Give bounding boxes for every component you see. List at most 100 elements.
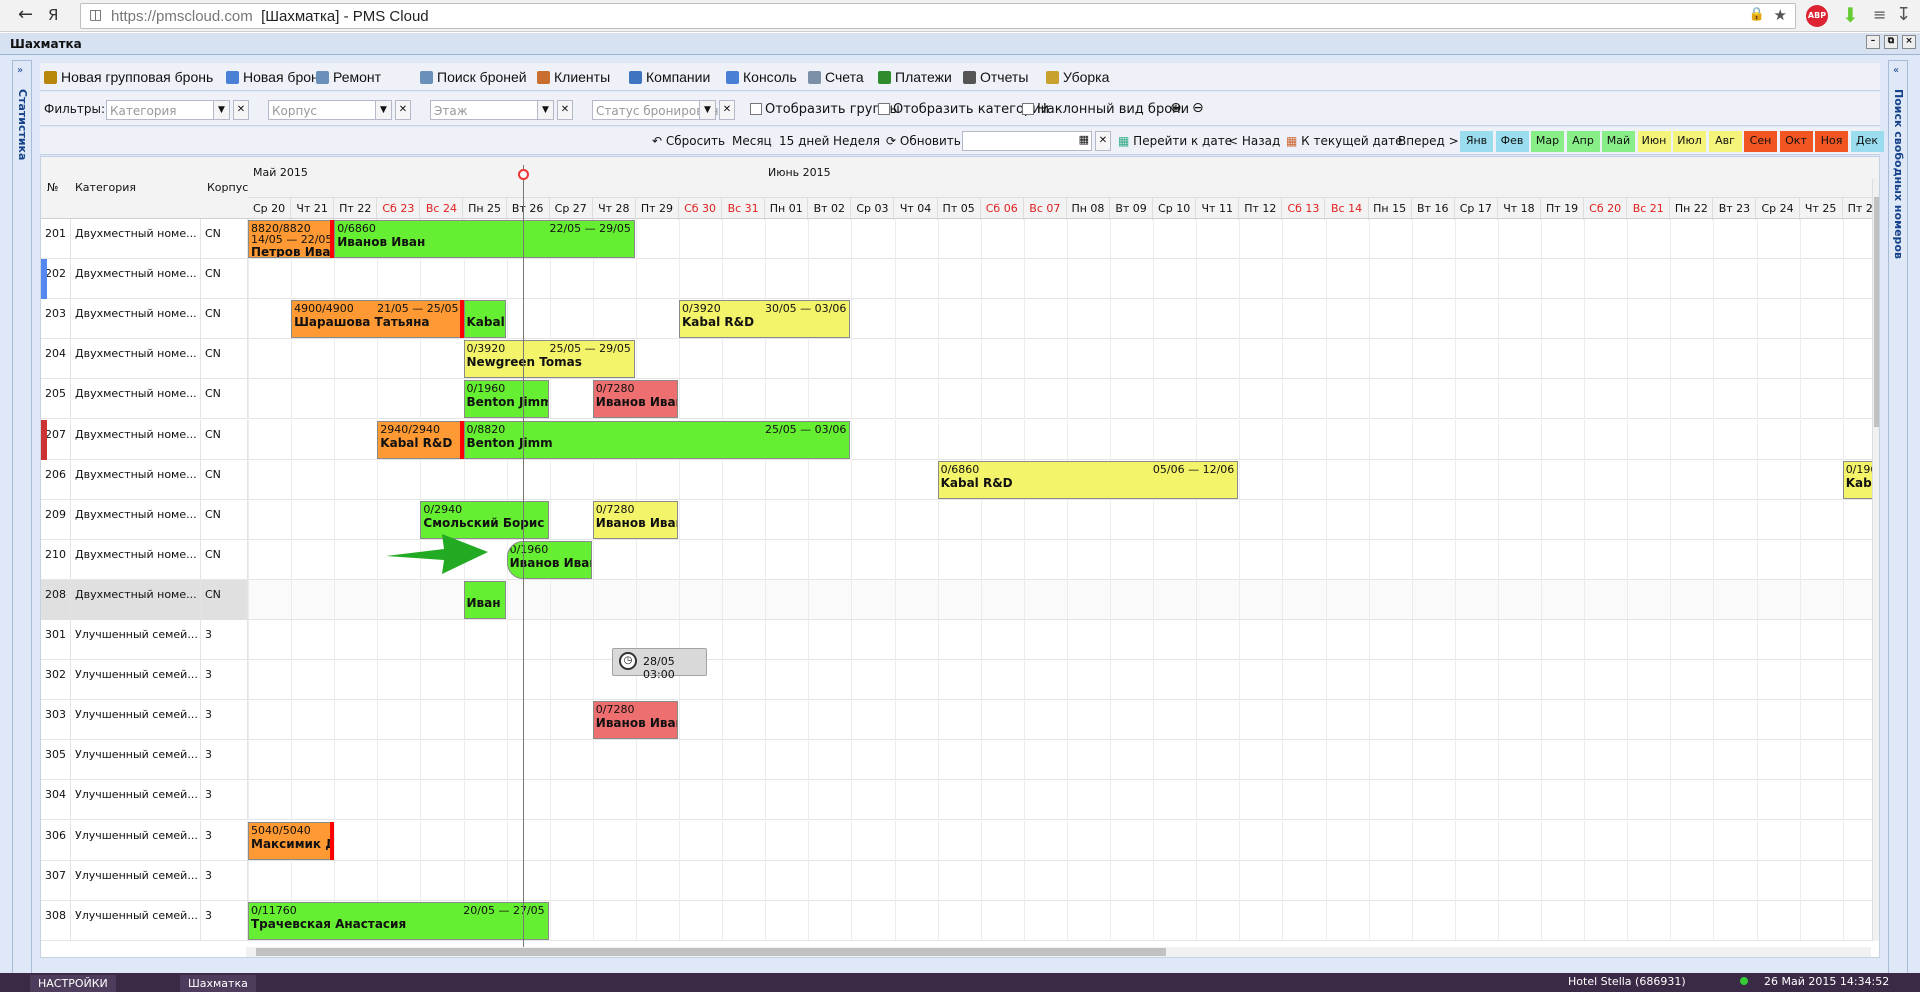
vertical-scrollbar[interactable] bbox=[1872, 179, 1879, 941]
menu-icon[interactable]: ≡ bbox=[1873, 5, 1886, 24]
room-row[interactable]: 202 Двухместный номе... CN bbox=[41, 259, 1879, 300]
booking-block[interactable]: 2940/2940 Kabal R&D bbox=[377, 420, 463, 459]
horizontal-scrollbar[interactable] bbox=[246, 947, 1871, 957]
room-row[interactable]: 209 Двухместный номе... CN bbox=[41, 499, 1879, 540]
month-button[interactable]: Авг bbox=[1708, 131, 1742, 152]
booking-block[interactable]: 4900/4900 21/05 — 25/05 Шарашова Татьяна bbox=[291, 300, 463, 339]
col-building-header[interactable]: Корпус bbox=[207, 181, 248, 194]
month-button[interactable]: Янв bbox=[1460, 131, 1493, 152]
menu-item[interactable]: Консоль bbox=[726, 69, 797, 85]
chevron-down-icon[interactable]: ▼ bbox=[537, 101, 553, 119]
15days-button[interactable]: 15 дней bbox=[779, 134, 829, 148]
clear-building-icon[interactable]: ✕ bbox=[395, 100, 411, 120]
date-input[interactable]: ▦ bbox=[962, 131, 1092, 151]
room-row[interactable]: 210 Двухместный номе... CN bbox=[41, 539, 1879, 580]
booking-block[interactable]: 0/7280 Иванов Иван bbox=[592, 500, 678, 539]
chevron-down-icon[interactable]: ▼ bbox=[699, 101, 715, 119]
clear-floor-icon[interactable]: ✕ bbox=[557, 100, 573, 120]
room-row[interactable]: 303 Улучшенный семей... 3 bbox=[41, 700, 1879, 741]
menu-item[interactable]: Платежи bbox=[878, 69, 952, 85]
booking-block[interactable]: 0/3920 30/05 — 03/06 Kabal R&D bbox=[679, 300, 851, 339]
col-num-header[interactable]: № bbox=[47, 181, 58, 194]
booking-block[interactable]: Kabal bbox=[463, 300, 506, 339]
star-icon[interactable]: ★ bbox=[1774, 6, 1787, 24]
room-row[interactable]: 208 Двухместный номе... CN bbox=[41, 579, 1879, 620]
month-button[interactable]: Мар bbox=[1531, 131, 1564, 152]
address-bar[interactable]: ◫ https://pmscloud.com [Шахматка] - PMS … bbox=[80, 3, 1796, 29]
today-button[interactable]: ▦ К текущей дате bbox=[1286, 134, 1403, 148]
menu-item[interactable]: Уборка bbox=[1046, 69, 1109, 85]
booking-block[interactable]: 5040/5040 Максимик Д bbox=[248, 821, 334, 860]
clear-date-icon[interactable]: ✕ bbox=[1095, 131, 1111, 151]
col-category-header[interactable]: Категория bbox=[75, 181, 136, 194]
chevron-down-icon[interactable]: ▼ bbox=[375, 101, 391, 119]
free-rooms-panel-tab[interactable]: « Поиск свободных номеров bbox=[1888, 60, 1908, 980]
booking-block[interactable]: 0/11760 20/05 — 27/05 Трачевская Анастасия bbox=[248, 901, 549, 940]
month-button[interactable]: Фев bbox=[1495, 131, 1529, 152]
month-button[interactable]: Апр bbox=[1566, 131, 1600, 152]
booking-block[interactable]: 8820/8820 Петров Ива 14/05 — 22/05 bbox=[248, 220, 334, 258]
menu-item[interactable]: Отчеты bbox=[963, 69, 1028, 85]
booking-block[interactable]: 0/6860 05/06 — 12/06 Kabal R&D bbox=[937, 460, 1239, 499]
calendar-icon[interactable]: ▦ bbox=[1079, 133, 1089, 146]
horizontal-scroll-thumb[interactable] bbox=[256, 948, 1166, 956]
room-row[interactable]: 204 Двухместный номе... CN bbox=[41, 339, 1879, 380]
month-button[interactable]: Июл bbox=[1673, 131, 1706, 152]
adblock-icon[interactable]: ABP bbox=[1806, 5, 1828, 27]
booking-block[interactable]: Иван bbox=[463, 580, 506, 619]
month-button[interactable]: Июн bbox=[1637, 131, 1671, 152]
menu-item[interactable]: Новая групповая бронь bbox=[44, 69, 213, 85]
room-row[interactable]: 305 Улучшенный семей... 3 bbox=[41, 740, 1879, 781]
menu-item[interactable]: Ремонт bbox=[316, 69, 381, 85]
back-arrow-icon[interactable]: ← bbox=[18, 4, 33, 25]
month-button[interactable]: Сен bbox=[1744, 131, 1777, 152]
room-row[interactable]: 205 Двухместный номе... CN bbox=[41, 379, 1879, 420]
vertical-scroll-thumb[interactable] bbox=[1874, 197, 1879, 427]
yandex-logo[interactable]: Я bbox=[48, 6, 58, 24]
menu-item[interactable]: Счета bbox=[808, 69, 864, 85]
month-button[interactable]: Окт bbox=[1779, 131, 1813, 152]
booking-block[interactable]: 0/7280 Иванов Иван bbox=[592, 380, 678, 419]
menu-item[interactable]: Клиенты bbox=[537, 69, 610, 85]
room-row[interactable]: 207 Двухместный номе... CN bbox=[41, 419, 1879, 460]
settings-task[interactable]: НАСТРОЙКИ bbox=[30, 975, 116, 992]
room-row[interactable]: 304 Улучшенный семей... 3 bbox=[41, 780, 1879, 821]
chevron-down-icon[interactable]: ▼ bbox=[213, 101, 229, 119]
downloads-icon[interactable]: ↧ bbox=[1896, 4, 1911, 25]
week-button[interactable]: Неделя bbox=[833, 134, 880, 148]
booking-block[interactable]: 0/6860 22/05 — 29/05 Иванов Иван bbox=[334, 220, 635, 258]
month-button[interactable]: Месяц bbox=[732, 134, 772, 148]
booking-block[interactable]: 0/1960 Benton Jimm bbox=[463, 380, 549, 419]
booking-block[interactable]: 0/7280 Иванов Иван bbox=[592, 701, 678, 740]
status-filter[interactable]: Статус бронирован ▼ bbox=[592, 100, 718, 120]
booking-block[interactable]: 0/1960 Иванов Иван bbox=[506, 540, 592, 579]
forward-button[interactable]: Вперед > bbox=[1398, 134, 1459, 148]
clear-status-icon[interactable]: ✕ bbox=[719, 100, 735, 120]
inclined-view-checkbox[interactable]: Наклонный вид брони bbox=[1022, 102, 1189, 117]
room-row[interactable]: 301 Улучшенный семей... 3 bbox=[41, 620, 1879, 660]
goto-date-button[interactable]: ▦ Перейти к дате bbox=[1118, 134, 1232, 148]
floor-filter[interactable]: Этаж ▼ bbox=[430, 100, 554, 120]
clear-category-icon[interactable]: ✕ bbox=[233, 100, 249, 120]
close-icon[interactable]: × bbox=[1902, 35, 1916, 49]
chess-task[interactable]: Шахматка bbox=[180, 975, 256, 992]
month-button[interactable]: Дек bbox=[1850, 131, 1884, 152]
booking-block[interactable]: 0/3920 25/05 — 29/05 Newgreen Tomas bbox=[463, 340, 635, 379]
zoom-in-icon[interactable]: ⊕ bbox=[1170, 100, 1182, 116]
refresh-button[interactable]: ⟳ Обновить bbox=[886, 134, 961, 148]
back-button[interactable]: < Назад bbox=[1228, 134, 1280, 148]
menu-item[interactable]: Новая бронь bbox=[226, 69, 326, 85]
booking-block[interactable]: 0/8820 25/05 — 03/06 Benton Jimm bbox=[463, 420, 851, 459]
room-row[interactable]: 307 Улучшенный семей... 3 bbox=[41, 860, 1879, 901]
download-icon[interactable]: ⬇ bbox=[1842, 3, 1859, 27]
restore-icon[interactable]: ⧉ bbox=[1884, 35, 1898, 49]
menu-item[interactable]: Поиск броней bbox=[420, 69, 527, 85]
collapse-icon[interactable]: « bbox=[1893, 65, 1899, 76]
room-row[interactable]: 302 Улучшенный семей... 3 bbox=[41, 660, 1879, 701]
zoom-out-icon[interactable]: ⊖ bbox=[1192, 100, 1204, 116]
expand-icon[interactable]: » bbox=[17, 65, 23, 76]
minimize-icon[interactable]: – bbox=[1866, 35, 1880, 49]
current-time-marker-icon[interactable] bbox=[518, 169, 529, 180]
month-button[interactable]: Ноя bbox=[1815, 131, 1848, 152]
category-filter[interactable]: Категория ▼ bbox=[106, 100, 230, 120]
